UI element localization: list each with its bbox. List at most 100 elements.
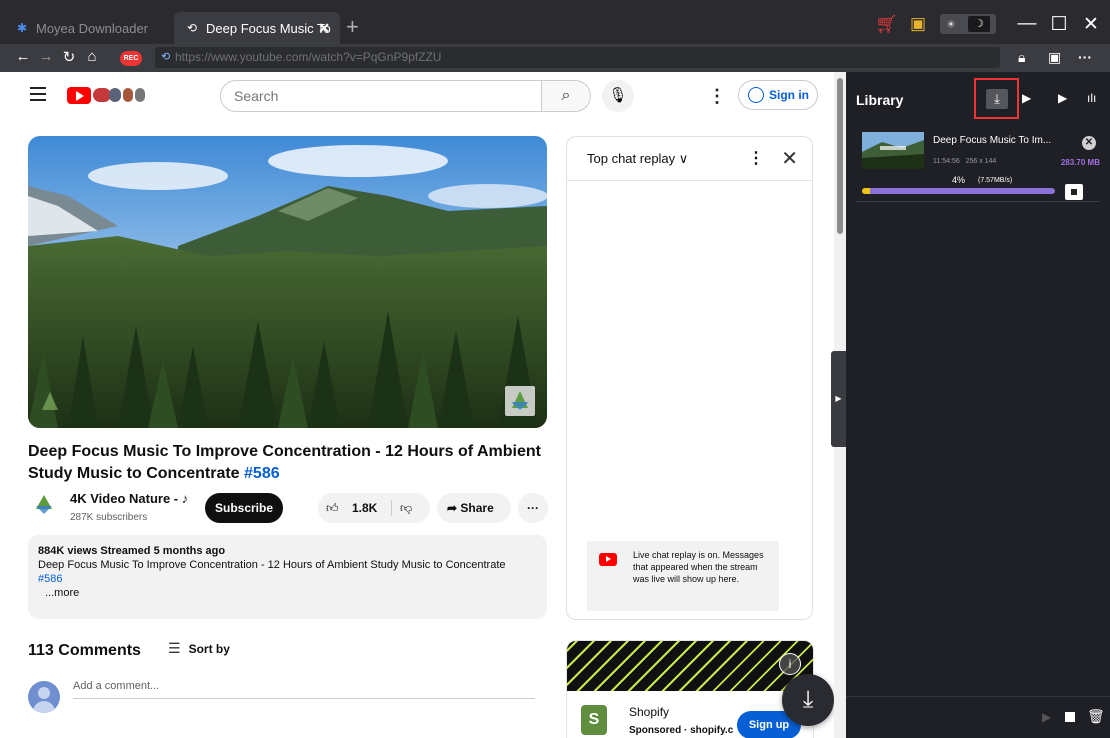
microphone-icon: 🎙︎ <box>608 87 628 104</box>
sign-in-label: Sign in <box>769 88 809 102</box>
video-tab-icon[interactable]: ▶ <box>1022 91 1031 105</box>
sponsored-ad[interactable]: i S Shopify Sponsored · shopify.c Sign u… <box>566 640 814 738</box>
new-tab-button[interactable]: + <box>346 16 359 38</box>
channel-watermark-icon[interactable] <box>505 386 535 416</box>
channel-name[interactable]: 4K Video Nature - ♪ <box>70 491 188 506</box>
remove-task-icon[interactable]: ✕ <box>1082 136 1096 150</box>
task-speed: (7.57MB/s) <box>978 177 1013 184</box>
show-more-link[interactable]: ...more <box>38 586 537 600</box>
download-progress-bar <box>862 188 1055 194</box>
youtube-icon <box>599 553 617 566</box>
share-button[interactable]: ➦ Share <box>437 493 511 523</box>
window-controls: 🛒︎ ▣ ☀ ☽ — ☐ ✕ <box>875 12 1110 36</box>
youtube-header: Search ⌕ 🎙︎ ⋮ Sign in <box>0 72 846 122</box>
maximize-button[interactable]: ☐ <box>1046 13 1072 36</box>
person-icon <box>748 87 764 103</box>
comments-count: 113 Comments <box>28 642 141 659</box>
theme-toggle[interactable]: ☀ ☽ <box>940 14 996 34</box>
tab-youtube-video[interactable]: ⟲ Deep Focus Music To ✕ <box>174 12 340 44</box>
task-title: Deep Focus Music To Im... <box>933 135 1052 146</box>
ad-banner-image[interactable] <box>567 641 813 691</box>
youtube-doodle[interactable] <box>93 88 145 102</box>
close-button[interactable]: ✕ <box>1078 13 1104 36</box>
share-label: Share <box>460 501 494 515</box>
shopify-logo-icon: S <box>581 705 607 735</box>
chat-replay-notice: Live chat replay is on. Messages that ap… <box>587 541 779 611</box>
sun-icon: ☀ <box>946 18 956 31</box>
dislike-icon[interactable]: 👎︎ <box>400 493 412 523</box>
video-player[interactable] <box>28 136 547 428</box>
tab-close-icon[interactable]: ✕ <box>318 20 330 37</box>
task-duration: 11:54:56 <box>933 158 960 165</box>
sign-in-button[interactable]: Sign in <box>738 80 818 110</box>
task-meta: 11:54:56 256 x 144 <box>933 158 996 165</box>
moyea-logo-icon: ✱ <box>16 21 28 35</box>
description-hashtag-link[interactable]: #586 <box>38 572 537 586</box>
downloading-tab-icon[interactable]: ⤓ <box>986 89 1008 109</box>
collapse-panel-handle[interactable]: ▶ <box>831 351 846 447</box>
audio-tab-icon[interactable]: ılı <box>1087 91 1096 105</box>
more-options-icon[interactable]: ··· <box>1078 49 1092 65</box>
stop-all-icon[interactable] <box>1065 712 1075 722</box>
youtube-tab-icon[interactable]: ▶ <box>1058 91 1067 105</box>
lock-icon[interactable]: 🔒︎ <box>1018 49 1025 66</box>
minimize-button[interactable]: — <box>1014 13 1040 35</box>
forward-icon[interactable]: → <box>37 48 55 65</box>
sort-by-label: Sort by <box>188 642 230 656</box>
like-count[interactable]: 1.8K <box>352 493 377 523</box>
tab-label: Moyea Downloader <box>36 20 149 36</box>
info-icon[interactable]: i <box>779 653 801 675</box>
library-panel: Library ⤓ ▶ ▶ ılı Deep Focus Music To Im… <box>846 72 1110 738</box>
search-input[interactable]: Search <box>220 80 542 112</box>
link-icon: ⟲ <box>186 21 198 35</box>
live-chat-panel: Top chat replay ∨ ⋮ ✕ Live chat replay i… <box>566 136 813 620</box>
back-icon[interactable]: ← <box>14 48 32 65</box>
sort-by-button[interactable]: ☰ Sort by <box>168 640 230 657</box>
channel-avatar[interactable] <box>32 493 56 517</box>
chat-mode-dropdown[interactable]: Top chat replay ∨ <box>587 151 688 166</box>
comment-input[interactable]: Add a comment... <box>73 680 535 699</box>
library-footer: ▶ 🗑︎ <box>846 696 1110 738</box>
tab-moyea-downloader[interactable]: ✱ Moyea Downloader <box>4 12 168 44</box>
address-bar: ← → ↻ ⌂ REC ⟲ https://www.youtube.com/wa… <box>0 44 1110 72</box>
download-task-item[interactable]: Deep Focus Music To Im... ✕ 11:54:56 256… <box>856 130 1100 202</box>
reload-icon[interactable]: ↻ <box>60 48 78 66</box>
record-button[interactable]: REC <box>120 51 142 66</box>
view-stats: 884K views Streamed 5 months ago <box>38 545 226 557</box>
trash-icon[interactable]: 🗑︎ <box>1087 708 1105 725</box>
video-title-text: Deep Focus Music To Improve Concentratio… <box>28 443 541 482</box>
divider <box>391 500 392 516</box>
play-icon[interactable]: ▶ <box>1042 710 1051 724</box>
chat-close-icon[interactable]: ✕ <box>781 137 798 181</box>
url-field[interactable]: ⟲ https://www.youtube.com/watch?v=PqGnP9… <box>155 47 1000 68</box>
search-icon: ⌕ <box>561 87 571 104</box>
like-icon[interactable]: 👍︎ <box>326 493 339 523</box>
scrollbar-thumb[interactable] <box>837 78 843 234</box>
more-actions-button[interactable]: ··· <box>518 493 548 523</box>
webpage: Search ⌕ 🎙︎ ⋮ Sign in Deep Focus Music T… <box>0 72 846 738</box>
advertiser-name: Shopify <box>629 705 670 719</box>
cart-icon[interactable]: 🛒︎ <box>875 14 898 35</box>
task-size: 283.70 MB <box>1060 158 1100 167</box>
watermark-logo-icon <box>38 390 68 420</box>
home-icon[interactable]: ⌂ <box>83 48 101 65</box>
gift-icon[interactable]: ▣ <box>910 14 926 34</box>
description-box[interactable]: 884K views Streamed 5 months ago Deep Fo… <box>28 535 547 619</box>
task-resolution: 256 x 144 <box>965 158 997 165</box>
youtube-logo-icon[interactable] <box>67 87 91 104</box>
clipboard-icon[interactable]: ▣ <box>1048 49 1061 66</box>
title-bar: ✱ Moyea Downloader ⟲ Deep Focus Music To… <box>0 0 1110 44</box>
search-button[interactable]: ⌕ <box>541 80 591 112</box>
settings-menu-icon[interactable]: ⋮ <box>708 86 726 107</box>
video-hashtag-link[interactable]: #586 <box>244 465 280 482</box>
moyea-downloader-window: ✱ Moyea Downloader ⟲ Deep Focus Music To… <box>0 0 1110 738</box>
chat-note-text: Live chat replay is on. Messages that ap… <box>633 550 764 584</box>
menu-icon[interactable] <box>30 87 46 105</box>
chat-menu-icon[interactable]: ⋮ <box>748 137 764 181</box>
stop-task-button[interactable] <box>1065 184 1083 200</box>
video-frame <box>28 136 547 428</box>
download-fab-button[interactable]: ⤓ <box>782 674 834 726</box>
library-title: Library <box>856 92 904 108</box>
subscribe-button[interactable]: Subscribe <box>205 493 283 523</box>
voice-search-button[interactable]: 🎙︎ <box>602 80 634 112</box>
